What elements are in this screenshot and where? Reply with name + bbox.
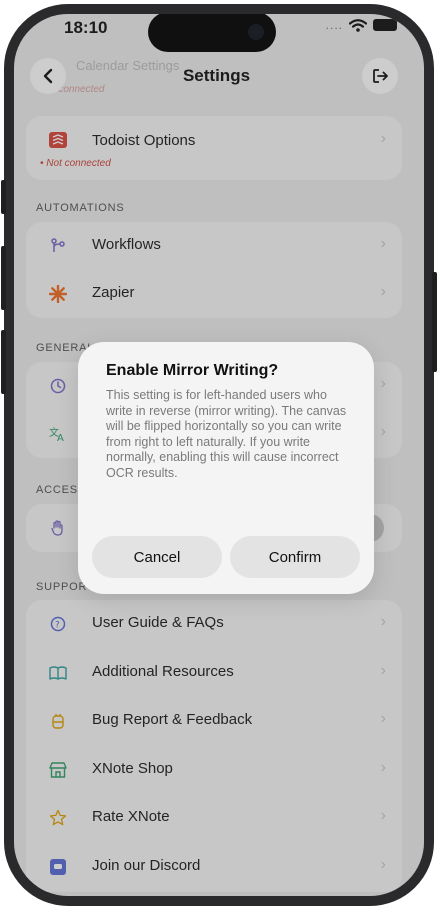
mirror-writing-dialog: Enable Mirror Writing? This setting is f… bbox=[78, 342, 374, 594]
volume-down-button bbox=[1, 330, 6, 394]
cancel-button[interactable]: Cancel bbox=[92, 536, 222, 578]
power-button bbox=[432, 272, 437, 372]
screen: 18:10 .... Calendar Settings Not connect… bbox=[14, 14, 424, 896]
action-button bbox=[1, 180, 6, 214]
dialog-title: Enable Mirror Writing? bbox=[106, 362, 279, 379]
dialog-message: This setting is for left-handed users wh… bbox=[106, 388, 347, 480]
volume-up-button bbox=[1, 246, 6, 310]
confirm-button[interactable]: Confirm bbox=[230, 536, 360, 578]
